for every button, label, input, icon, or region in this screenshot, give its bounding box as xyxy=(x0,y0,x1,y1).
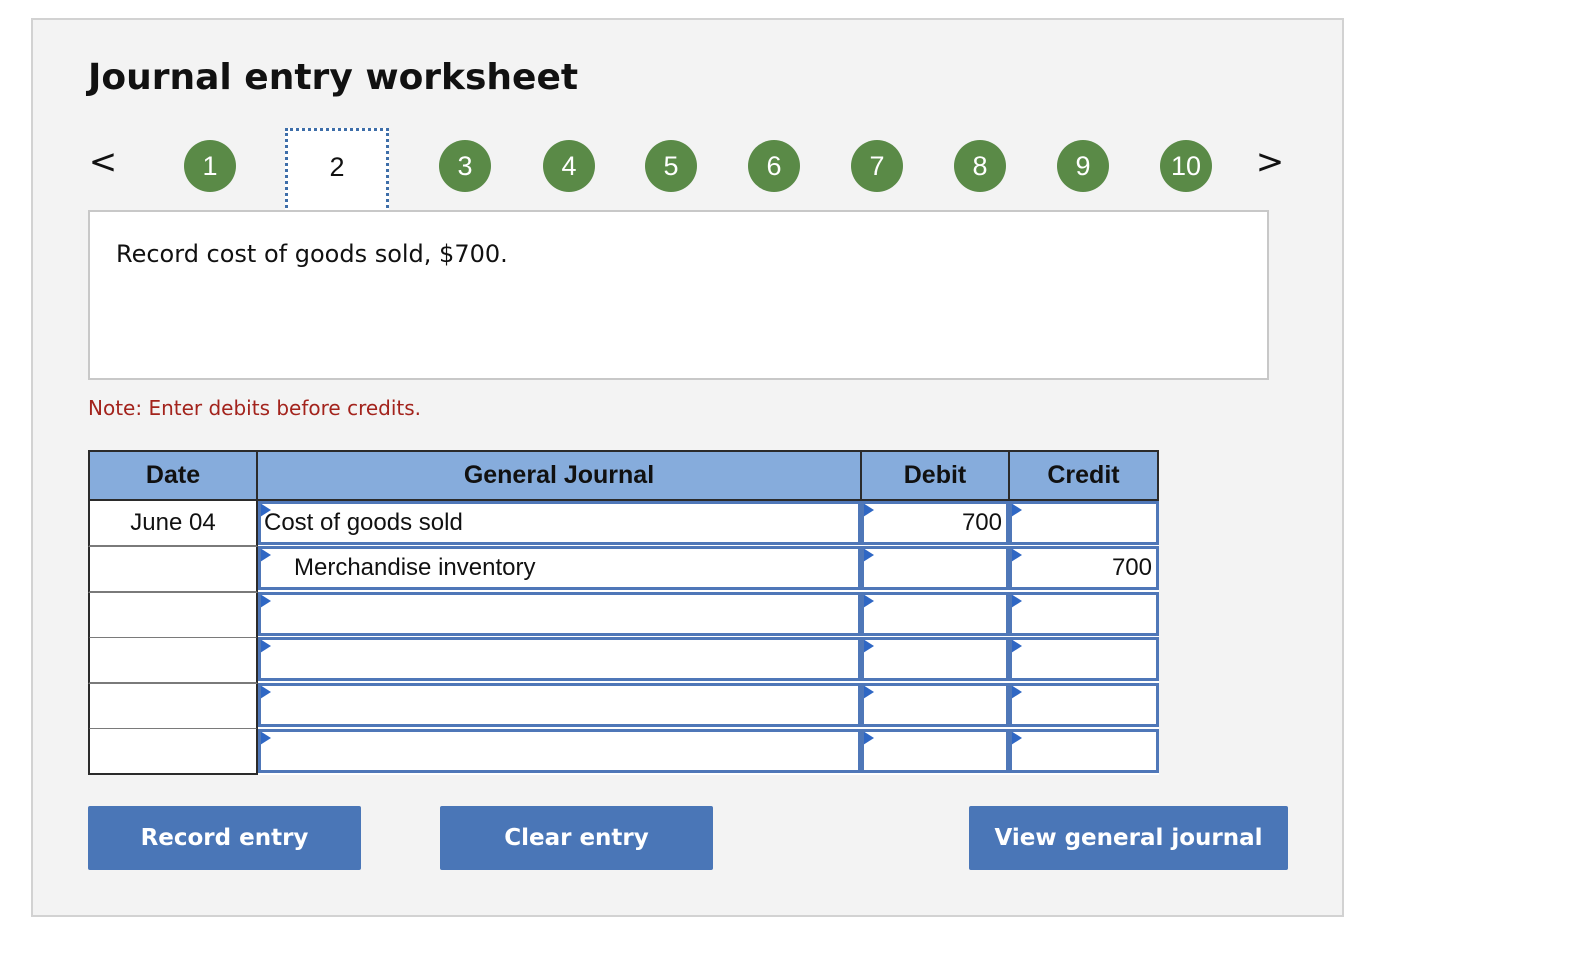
step-2-button-active[interactable]: 2 xyxy=(285,128,389,214)
step-8-button[interactable]: 8 xyxy=(954,140,1006,192)
next-step-button[interactable]: > xyxy=(1255,140,1285,184)
account-value: Cost of goods sold xyxy=(264,509,463,536)
dropdown-marker-icon xyxy=(1012,504,1022,517)
debit-input[interactable] xyxy=(861,546,1009,590)
account-select[interactable] xyxy=(258,683,861,727)
step-1-button[interactable]: 1 xyxy=(184,140,236,192)
debit-input[interactable]: 700 xyxy=(861,501,1009,545)
dropdown-marker-icon xyxy=(864,549,874,562)
dropdown-marker-icon xyxy=(864,732,874,745)
debit-input[interactable] xyxy=(861,683,1009,727)
step-7-button[interactable]: 7 xyxy=(851,140,903,192)
account-select[interactable] xyxy=(258,637,861,681)
header-debit: Debit xyxy=(860,450,1010,501)
date-cell[interactable]: June 04 xyxy=(88,501,258,547)
dropdown-marker-icon xyxy=(1012,549,1022,562)
dropdown-marker-icon xyxy=(864,504,874,517)
debit-input[interactable] xyxy=(861,729,1009,773)
dropdown-marker-icon xyxy=(1012,640,1022,653)
view-general-journal-button[interactable]: View general journal xyxy=(969,806,1288,870)
account-select[interactable] xyxy=(258,729,861,773)
dropdown-marker-icon xyxy=(1012,595,1022,608)
dropdown-marker-icon xyxy=(261,549,271,562)
debit-credit-note: Note: Enter debits before credits. xyxy=(88,396,422,420)
general-journal-table: Date General Journal Debit Credit June 0… xyxy=(88,450,1159,775)
date-cell[interactable] xyxy=(88,638,258,684)
account-select[interactable]: Cost of goods sold xyxy=(258,501,861,545)
header-credit: Credit xyxy=(1008,450,1159,501)
instruction-text: Record cost of goods sold, $700. xyxy=(116,240,508,268)
account-value: Merchandise inventory xyxy=(294,554,536,581)
debit-input[interactable] xyxy=(861,637,1009,681)
credit-input[interactable] xyxy=(1009,501,1159,545)
header-date: Date xyxy=(88,450,258,501)
dropdown-marker-icon xyxy=(864,640,874,653)
dropdown-marker-icon xyxy=(261,732,271,745)
step-4-button[interactable]: 4 xyxy=(543,140,595,192)
dropdown-marker-icon xyxy=(1012,686,1022,699)
credit-input[interactable]: 700 xyxy=(1009,546,1159,590)
dropdown-marker-icon xyxy=(261,686,271,699)
credit-value: 700 xyxy=(1111,554,1152,581)
date-cell[interactable] xyxy=(88,547,258,593)
credit-input[interactable] xyxy=(1009,683,1159,727)
dropdown-marker-icon xyxy=(864,686,874,699)
step-10-button[interactable]: 10 xyxy=(1160,140,1212,192)
dropdown-marker-icon xyxy=(261,504,271,517)
dropdown-marker-icon xyxy=(1012,732,1022,745)
account-select[interactable] xyxy=(258,592,861,636)
clear-entry-button[interactable]: Clear entry xyxy=(440,806,713,870)
header-general-journal: General Journal xyxy=(256,450,862,501)
dropdown-marker-icon xyxy=(261,640,271,653)
dropdown-marker-icon xyxy=(864,595,874,608)
debit-value: 700 xyxy=(961,509,1002,536)
worksheet-title: Journal entry worksheet xyxy=(88,57,579,98)
debit-input[interactable] xyxy=(861,592,1009,636)
account-select[interactable]: Merchandise inventory xyxy=(258,546,861,590)
step-3-button[interactable]: 3 xyxy=(439,140,491,192)
step-6-button[interactable]: 6 xyxy=(748,140,800,192)
step-9-button[interactable]: 9 xyxy=(1057,140,1109,192)
credit-input[interactable] xyxy=(1009,592,1159,636)
dropdown-marker-icon xyxy=(261,595,271,608)
instruction-box: Record cost of goods sold, $700. xyxy=(88,210,1269,380)
credit-input[interactable] xyxy=(1009,637,1159,681)
record-entry-button[interactable]: Record entry xyxy=(88,806,361,870)
date-cell[interactable] xyxy=(88,593,258,639)
prev-step-button[interactable]: < xyxy=(88,140,118,184)
date-cell[interactable] xyxy=(88,684,258,730)
step-5-button[interactable]: 5 xyxy=(645,140,697,192)
date-cell[interactable] xyxy=(88,729,258,775)
credit-input[interactable] xyxy=(1009,729,1159,773)
